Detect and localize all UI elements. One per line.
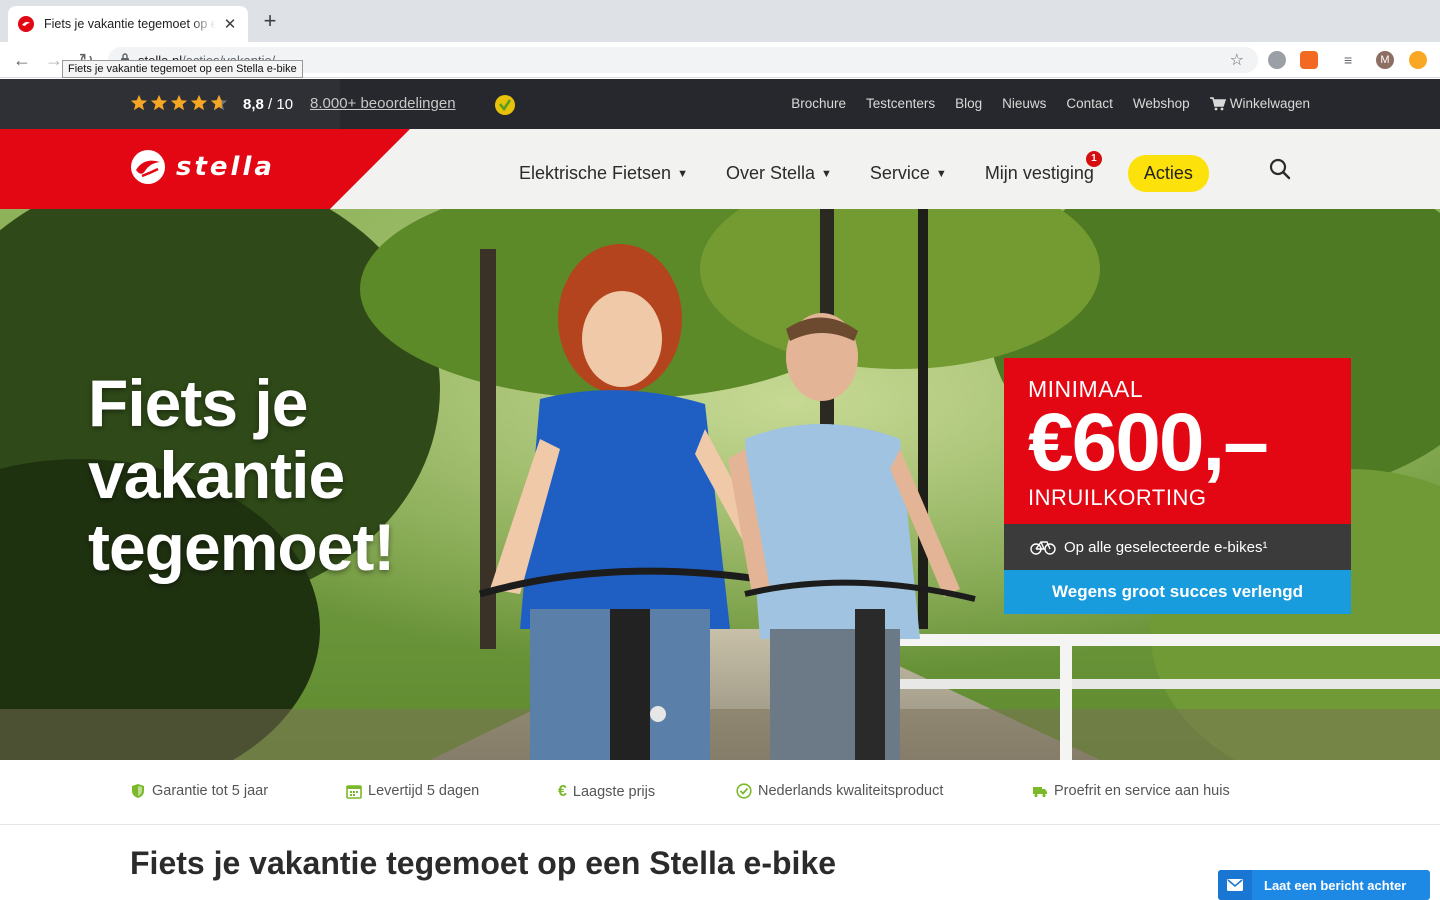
tab-title: Fiets je vakantie tegemoet op een Stella… [44, 17, 216, 31]
chevron-down-icon: ▼ [821, 167, 832, 180]
nav-my-store[interactable]: Mijn vestiging 1 [984, 151, 1102, 184]
star-icon [170, 94, 188, 111]
usp-label: Garantie tot 5 jaar [152, 783, 269, 799]
logo-text: stella [176, 152, 275, 182]
promo-extended: Wegens groot succes verlengd [1004, 570, 1351, 614]
nav-deals-button[interactable]: Acties [1127, 155, 1209, 192]
promo-amount: €600,– [1028, 397, 1269, 488]
back-icon[interactable]: ← [10, 48, 34, 72]
leave-message-label: Laat een bericht achter [1264, 877, 1407, 893]
usp-delivery: Levertijd 5 dagen [346, 783, 479, 799]
star-icon [150, 94, 168, 111]
promo-selected-bikes: Op alle geselecteerde e-bikes¹ [1004, 524, 1351, 570]
stella-logo[interactable]: stella [130, 149, 275, 185]
main-nav: Elektrische Fietsen ▼ Over Stella ▼ Serv… [519, 151, 1209, 192]
usp-label: Levertijd 5 dagen [368, 783, 480, 799]
tab-tooltip: Fiets je vakantie tegemoet op een Stella… [62, 60, 303, 78]
browser-tab[interactable]: Fiets je vakantie tegemoet op een Stella… [8, 6, 248, 42]
hero-headline-line: vakantie [88, 438, 345, 512]
leave-message-button[interactable]: Laat een bericht achter [1218, 870, 1430, 900]
skype-extension-icon[interactable] [1268, 51, 1286, 69]
usp-label: Laagste prijs [572, 784, 656, 800]
profile-avatar[interactable]: M [1376, 51, 1394, 69]
rating-score: 8,8 / 10 [243, 96, 294, 113]
euro-icon: € [558, 783, 567, 800]
nav-service[interactable]: Service ▼ [870, 163, 947, 184]
usp-label: Proefrit en service aan huis [1054, 783, 1230, 799]
bicycle-icon [1030, 541, 1056, 555]
main-header: stella Elektrische Fietsen ▼ Over Stella… [0, 129, 1440, 209]
star-icon [190, 94, 208, 111]
truck-icon [1033, 787, 1047, 798]
notification-badge: 1 [1085, 151, 1102, 167]
top-bar: 8,8 / 10 8.000+ beoordelingen Brochure T… [0, 79, 1440, 129]
nav-electric-bikes-label: Elektrische Fietsen [519, 163, 672, 183]
nav-electric-bikes[interactable]: Elektrische Fietsen ▼ [519, 163, 688, 184]
hero-headline: Fiets je vakantie tegemoet! [88, 366, 395, 584]
usp-lowest-price: € Laagste prijs [558, 783, 655, 801]
nav-service-label: Service [869, 163, 930, 183]
cart-icon [1209, 96, 1226, 110]
page-title: Fiets je vakantie tegemoet op een Stella… [130, 845, 837, 881]
media-control-icon[interactable]: ≡ [1344, 51, 1362, 69]
nav-my-store-label: Mijn vestiging [984, 163, 1094, 183]
rating-stars [130, 94, 228, 112]
usp-dutch-quality: Nederlands kwaliteitsproduct [736, 783, 943, 799]
top-link-brochure[interactable]: Brochure [791, 96, 846, 111]
nav-about-label: Over Stella [725, 163, 815, 183]
promo-trade-in: INRUILKORTING [1028, 485, 1207, 510]
top-link-webshop[interactable]: Webshop [1133, 96, 1190, 111]
stella-favicon-icon [18, 16, 34, 32]
shield-icon [132, 784, 144, 798]
top-link-blog[interactable]: Blog [955, 96, 982, 111]
promo-price-panel: MINIMAAL €600,– INRUILKORTING [1004, 358, 1351, 524]
top-link-contact[interactable]: Contact [1066, 96, 1113, 111]
calendar-icon [346, 785, 362, 799]
analytics-extension-icon[interactable] [1300, 51, 1318, 69]
usp-test-ride: Proefrit en service aan huis [1032, 783, 1230, 799]
new-tab-icon[interactable]: + [258, 10, 282, 34]
tab-close-icon[interactable]: ✕ [222, 15, 238, 33]
usp-warranty: Garantie tot 5 jaar [130, 783, 268, 799]
hero-headline-line: Fiets je [88, 366, 308, 440]
reviews-link[interactable]: 8.000+ beoordelingen [310, 95, 456, 112]
chevron-down-icon: ▼ [677, 167, 688, 180]
star-icon [130, 94, 148, 111]
nav-about-stella[interactable]: Over Stella ▼ [726, 163, 832, 184]
chevron-down-icon: ▼ [935, 167, 947, 180]
check-circle-icon [736, 783, 752, 799]
usp-label: Nederlands kwaliteitsproduct [758, 783, 944, 799]
kiyoh-logo-icon [495, 95, 515, 115]
top-link-news[interactable]: Nieuws [1002, 96, 1046, 111]
usp-bar: Garantie tot 5 jaar Levertijd 5 dagen € … [0, 760, 1440, 825]
top-links: Brochure Testcenters Blog Nieuws Contact… [791, 96, 1310, 111]
envelope-icon [1227, 879, 1243, 891]
browser-tabstrip: Fiets je vakantie tegemoet op een Stella… [0, 0, 1440, 42]
search-icon[interactable] [1268, 157, 1292, 181]
cart-link[interactable]: Winkelwagen [1209, 96, 1310, 111]
top-link-testcenters[interactable]: Testcenters [866, 96, 935, 111]
promo-card[interactable]: MINIMAAL €600,– INRUILKORTING Op alle ge… [1004, 358, 1351, 614]
hero-headline-line: tegemoet! [88, 510, 395, 584]
chat-icon-box [1218, 870, 1252, 900]
update-icon[interactable] [1409, 51, 1427, 69]
half-star-icon [210, 94, 228, 111]
stella-logo-icon [131, 150, 165, 184]
bookmark-star-icon[interactable]: ☆ [1230, 50, 1244, 70]
cart-label: Winkelwagen [1229, 96, 1310, 111]
promo-selected-label: Op alle geselecteerde e-bikes¹ [1064, 538, 1268, 556]
hero-banner: Fiets je vakantie tegemoet! MINIMAAL €60… [0, 209, 1440, 760]
